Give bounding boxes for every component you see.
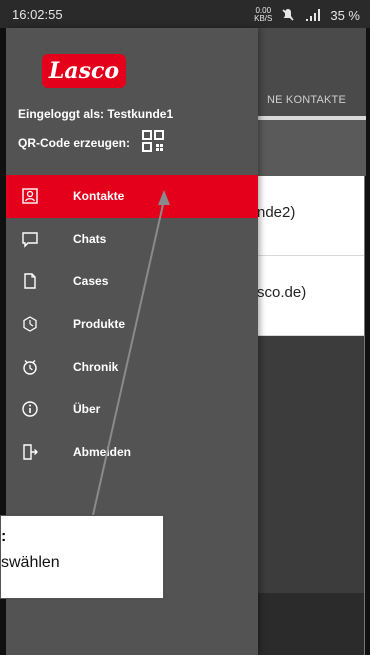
tab-label-contacts[interactable]: NE KONTAKTE xyxy=(267,94,346,106)
status-bar: 16:02:55 0.00 KB/S 35 % xyxy=(0,0,370,28)
list-item[interactable]: sco.de) xyxy=(257,256,364,336)
sidebar-item-cases[interactable]: Cases xyxy=(6,260,258,303)
sidebar-item-chronik[interactable]: Chronik xyxy=(6,345,258,388)
list-item-text: nde2) xyxy=(257,204,296,221)
callout-line-1: : xyxy=(1,528,7,545)
sidebar-item-label: Chats xyxy=(73,231,107,246)
instruction-callout: : swählen xyxy=(0,515,164,599)
net-speed: 0.00 KB/S xyxy=(254,6,273,23)
cases-icon xyxy=(24,273,36,290)
signal-icon xyxy=(306,9,321,21)
sidebar-item-label: Chronik xyxy=(73,359,119,374)
mute-icon xyxy=(282,9,294,21)
products-icon xyxy=(23,316,37,332)
chat-icon xyxy=(22,232,38,248)
lasco-logo: Lasco xyxy=(42,54,126,88)
info-icon xyxy=(22,401,38,417)
sidebar-item-label: Kontakte xyxy=(73,189,125,204)
drawer-menu: Kontakte Chats Cases Produkte Chronik Üb… xyxy=(6,175,258,473)
qr-code-icon[interactable] xyxy=(141,129,165,153)
sidebar-item-label: Über xyxy=(73,402,101,417)
sidebar-item-produkte[interactable]: Produkte xyxy=(6,303,258,346)
sidebar-item-label: Abmelden xyxy=(73,444,132,459)
sidebar-item-label: Produkte xyxy=(73,317,126,332)
sidebar-item-kontakte[interactable]: Kontakte xyxy=(6,175,258,218)
sidebar-item-ueber[interactable]: Über xyxy=(6,388,258,431)
status-time: 16:02:55 xyxy=(12,7,63,22)
list-item-text: sco.de) xyxy=(257,284,307,301)
contacts-icon xyxy=(22,188,38,204)
callout-line-2: swählen xyxy=(1,554,60,571)
sidebar-item-chats[interactable]: Chats xyxy=(6,218,258,261)
battery-text: 35 % xyxy=(330,7,360,23)
status-right: 0.00 KB/S 35 % xyxy=(254,7,360,23)
logout-icon xyxy=(23,444,38,460)
sidebar-item-abmelden[interactable]: Abmelden xyxy=(6,431,258,474)
qr-code-label: QR-Code erzeugen: xyxy=(18,136,131,150)
history-icon xyxy=(23,359,37,375)
logged-in-label: Eingeloggt als: Testkunde1 xyxy=(18,107,174,121)
list-item[interactable]: nde2) xyxy=(257,176,364,256)
sidebar-item-label: Cases xyxy=(73,274,109,289)
